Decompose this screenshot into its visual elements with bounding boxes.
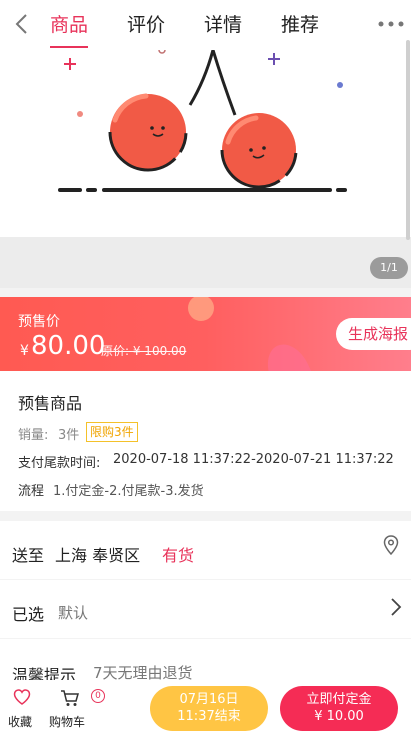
cart-count-badge: 0 [91, 689, 105, 703]
favorite-label[interactable]: 收藏 [8, 713, 32, 730]
sales-label: 销量: [18, 428, 49, 443]
end-time-text: 11:37结束 [177, 709, 241, 724]
generate-poster-button[interactable]: 生成海报 [336, 318, 411, 350]
tab-recommend[interactable]: 推荐 [281, 0, 319, 50]
gallery-background [0, 237, 411, 288]
more-icon[interactable] [378, 21, 404, 27]
stock-status: 有货 [162, 546, 195, 565]
delivery-label: 送至 [12, 546, 45, 565]
end-date-text: 07月16日 [179, 692, 239, 707]
presale-label: 预售价 [18, 314, 60, 330]
back-arrow-icon[interactable] [10, 11, 36, 37]
heart-icon[interactable] [13, 689, 31, 705]
sales-value: 3件 [58, 428, 80, 443]
decoration-shape [259, 337, 321, 371]
delivery-location: 上海 奉贤区 [55, 546, 141, 565]
pay-deposit-label: 立即付定金 [306, 692, 372, 707]
product-name: 预售商品 [18, 394, 83, 413]
decoration-circle [188, 297, 214, 321]
cart-label[interactable]: 购物车 [49, 713, 85, 730]
deposit-amount: ¥ 10.00 [314, 709, 364, 724]
presale-price: 80.00 [31, 331, 106, 361]
process-value: 1.付定金-2.付尾款-3.发货 [53, 484, 204, 499]
product-image-gallery[interactable] [0, 46, 411, 237]
selected-value: 默认 [58, 604, 89, 622]
process-label: 流程 [18, 484, 45, 499]
image-counter: 1/1 [370, 257, 408, 279]
tab-bar: 商品 评价 详情 推荐 [50, 0, 358, 50]
final-payment-time-label: 支付尾款时间: [18, 456, 101, 471]
presale-end-time-button[interactable]: 07月16日 11:37结束 [150, 686, 268, 731]
selected-label: 已选 [12, 605, 45, 624]
shopping-cart-icon[interactable] [60, 689, 80, 707]
purchase-limit-badge: 限购3件 [86, 422, 138, 442]
cherry-illustration [58, 46, 347, 192]
scrollbar[interactable] [406, 40, 410, 240]
currency-symbol: ¥ [20, 343, 29, 359]
pay-deposit-button[interactable]: 立即付定金 ¥ 10.00 [280, 686, 398, 731]
tab-details[interactable]: 详情 [204, 0, 242, 50]
final-payment-time-value: 2020-07-18 11:37:22-2020-07-21 11:37:22 [113, 452, 394, 467]
tab-reviews[interactable]: 评价 [127, 0, 165, 50]
chevron-right-icon[interactable] [390, 597, 402, 617]
tab-product[interactable]: 商品 [50, 0, 89, 50]
location-pin-icon[interactable] [383, 535, 399, 555]
original-price: 原价: ¥ 100.00 [101, 344, 187, 358]
